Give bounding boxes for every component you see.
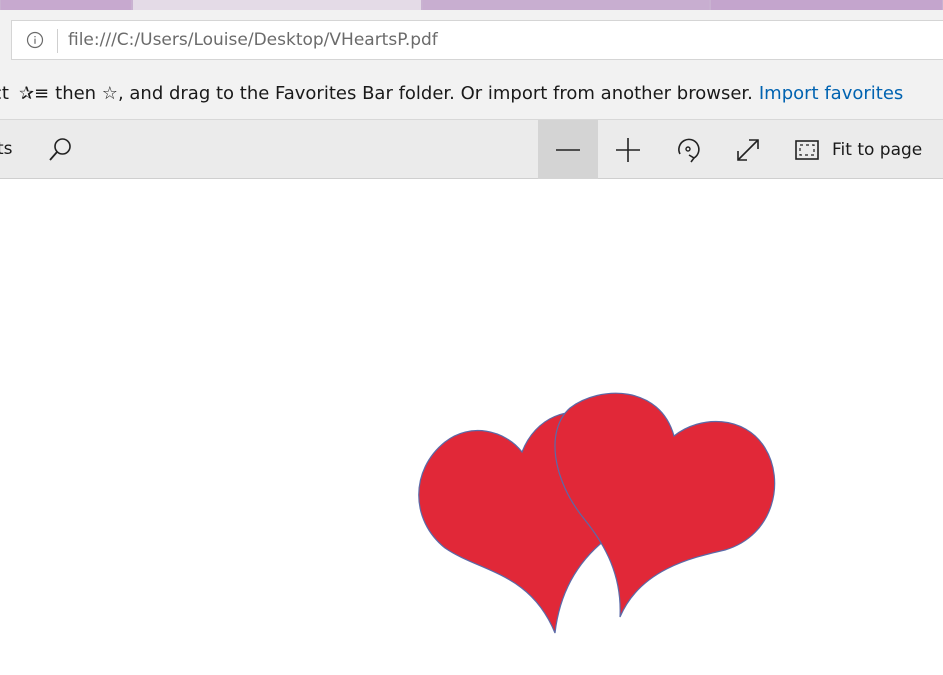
favorites-hint: ct ✰≡then ☆, and drag to the Favorites Ba… [0,83,903,104]
zoom-in-button[interactable] [598,120,658,179]
rotate-icon [678,138,700,162]
rotate-button[interactable] [658,120,718,179]
favorites-bar: ct ✰≡then ☆, and drag to the Favorites Ba… [0,64,943,119]
fit-to-page-label: Fit to page [832,139,923,160]
favorites-list-icon: ✰≡ [18,83,50,104]
favorites-lead-text: ct [0,83,9,104]
address-bar: file:///C:/Users/Louise/Desktop/VHeartsP… [0,10,943,64]
fit-to-page-button[interactable]: Fit to page [782,120,932,179]
search-icon [49,137,71,161]
search-button[interactable] [30,120,90,179]
pdf-document-view[interactable] [0,180,943,675]
toolbar-truncated-label[interactable]: ts [0,139,13,159]
fullscreen-icon [737,138,759,161]
fullscreen-button[interactable] [718,120,778,179]
browser-tab[interactable] [710,0,943,10]
right-heart [554,392,776,618]
browser-tab-active[interactable] [132,0,422,10]
zoom-out-icon [556,148,580,151]
hearts-image [418,392,776,636]
fit-to-page-icon [795,139,819,160]
browser-tab[interactable] [0,0,132,10]
favorites-hint-text: then ☆, and drag to the Favorites Bar fo… [55,83,753,104]
pdf-toolbar: ts Fit to page [0,119,943,179]
zoom-out-button[interactable] [538,120,598,179]
url-text[interactable]: file:///C:/Users/Louise/Desktop/VHeartsP… [68,30,438,50]
url-input[interactable]: file:///C:/Users/Louise/Desktop/VHeartsP… [11,20,943,60]
info-icon[interactable] [26,31,44,49]
zoom-in-icon [616,137,640,162]
tab-strip [0,0,943,10]
import-favorites-link[interactable]: Import favorites [759,83,903,104]
url-separator [57,29,58,53]
browser-tab[interactable] [422,0,710,10]
